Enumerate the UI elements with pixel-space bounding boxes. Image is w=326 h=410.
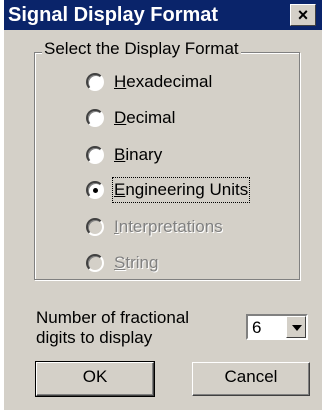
fractional-digits-label-line2: digits to display bbox=[36, 328, 153, 347]
signal-display-format-dialog: Signal Display Format × Select the Displ… bbox=[4, 0, 322, 410]
group-legend: Select the Display Format bbox=[42, 38, 241, 60]
radio-circle-icon bbox=[86, 218, 104, 236]
radio-label: String bbox=[114, 253, 159, 272]
fractional-digits-label: Number of fractional digits to display bbox=[36, 308, 236, 348]
fractional-digits-label-line1: Number of fractional bbox=[36, 308, 190, 327]
radio-label: Decimal bbox=[114, 108, 176, 127]
dropdown-arrow-button[interactable] bbox=[286, 316, 306, 338]
chevron-down-icon bbox=[292, 325, 302, 331]
radio-selected-dot-icon bbox=[93, 188, 98, 193]
radio-circle-icon[interactable] bbox=[86, 146, 104, 164]
access-key: E bbox=[114, 180, 126, 199]
access-key: I bbox=[114, 217, 119, 236]
radio-label: Engineering Units bbox=[111, 177, 251, 203]
access-key: D bbox=[114, 108, 127, 127]
radio-circle-icon[interactable] bbox=[86, 109, 104, 127]
radio-label: Hexadecimal bbox=[114, 72, 213, 91]
fractional-digits-select[interactable]: 6 bbox=[246, 314, 308, 340]
access-key: H bbox=[114, 72, 127, 91]
radio-label: Binary bbox=[114, 145, 163, 164]
cancel-button[interactable]: Cancel bbox=[192, 362, 310, 396]
access-key: S bbox=[114, 253, 126, 272]
close-icon: × bbox=[297, 5, 309, 25]
radio-circle-icon bbox=[86, 254, 104, 272]
title-bar[interactable]: Signal Display Format × bbox=[4, 0, 322, 30]
radio-label: Interpretations bbox=[114, 217, 223, 236]
fractional-digits-value: 6 bbox=[252, 318, 262, 337]
access-key: B bbox=[114, 145, 126, 164]
radio-circle-icon[interactable] bbox=[86, 73, 104, 91]
window-title: Signal Display Format bbox=[8, 4, 219, 26]
radio-circle-icon[interactable] bbox=[86, 181, 104, 199]
ok-button[interactable]: OK bbox=[35, 361, 155, 397]
close-button[interactable]: × bbox=[290, 4, 316, 26]
